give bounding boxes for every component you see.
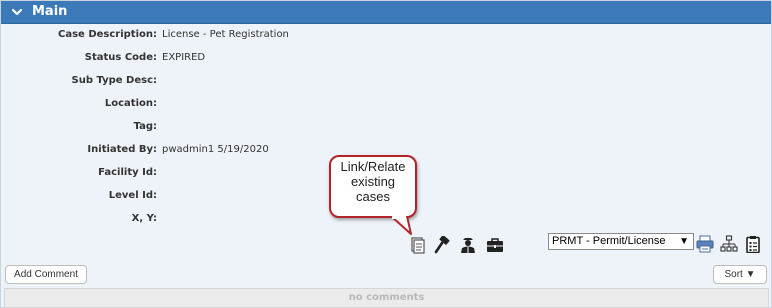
field-label: Tag: — [133, 121, 157, 132]
inspector-icon[interactable] — [459, 236, 477, 254]
field-value: EXPIRED — [162, 52, 206, 63]
main-panel: Main Case Description: License - Pet Reg… — [0, 0, 772, 308]
field-location: Location: — [1, 96, 601, 112]
sort-arrow-icon: ▼ — [745, 269, 756, 280]
sort-button[interactable]: Sort ▼ — [713, 265, 767, 284]
field-label: Facility Id: — [98, 167, 157, 178]
add-comment-button[interactable]: Add Comment — [5, 265, 87, 284]
field-sub-type-desc: Sub Type Desc: — [1, 73, 601, 89]
field-value: License - Pet Registration — [162, 29, 289, 40]
section-header[interactable]: Main — [1, 1, 771, 24]
field-label: Initiated By: — [87, 144, 157, 155]
field-x-y: X, Y: — [1, 211, 601, 227]
field-tag: Tag: — [1, 119, 601, 135]
clipboard-icon[interactable] — [744, 235, 762, 253]
section-title: Main — [32, 4, 68, 19]
field-value: pwadmin1 5/19/2020 — [162, 144, 269, 155]
field-label: X, Y: — [131, 213, 157, 224]
callout-line: Link/Relate — [340, 159, 406, 174]
field-label: Level Id: — [108, 190, 157, 201]
case-type-select[interactable]: PRMT - Permit/License ▼ — [548, 233, 694, 250]
callout-pointer — [390, 216, 412, 235]
field-label: Status Code: — [84, 52, 157, 63]
comments-empty-bar: no comments — [4, 288, 769, 308]
document-link-icon[interactable] — [409, 236, 427, 254]
link-relate-callout: Link/Relate existing cases — [329, 155, 417, 235]
callout-line: existing — [350, 174, 396, 189]
sitemap-icon[interactable] — [720, 235, 738, 253]
sort-label: Sort — [724, 269, 743, 280]
briefcase-icon[interactable] — [486, 236, 504, 254]
printer-icon[interactable] — [696, 235, 714, 253]
field-status-code: Status Code: EXPIRED — [1, 50, 601, 66]
chevron-down-icon[interactable] — [11, 5, 23, 19]
field-facility-id: Facility Id: — [1, 165, 601, 181]
dropdown-arrow-icon: ▼ — [679, 236, 689, 247]
field-initiated-by: Initiated By: pwadmin1 5/19/2020 — [1, 142, 601, 158]
callout-line: cases — [356, 189, 390, 204]
field-label: Location: — [104, 98, 157, 109]
field-label: Case Description: — [58, 29, 157, 40]
field-case-description: Case Description: License - Pet Registra… — [1, 27, 601, 43]
field-label: Sub Type Desc: — [71, 75, 158, 86]
case-type-select-value: PRMT - Permit/License — [552, 235, 666, 247]
field-level-id: Level Id: — [1, 188, 601, 204]
gavel-icon[interactable] — [434, 236, 452, 254]
